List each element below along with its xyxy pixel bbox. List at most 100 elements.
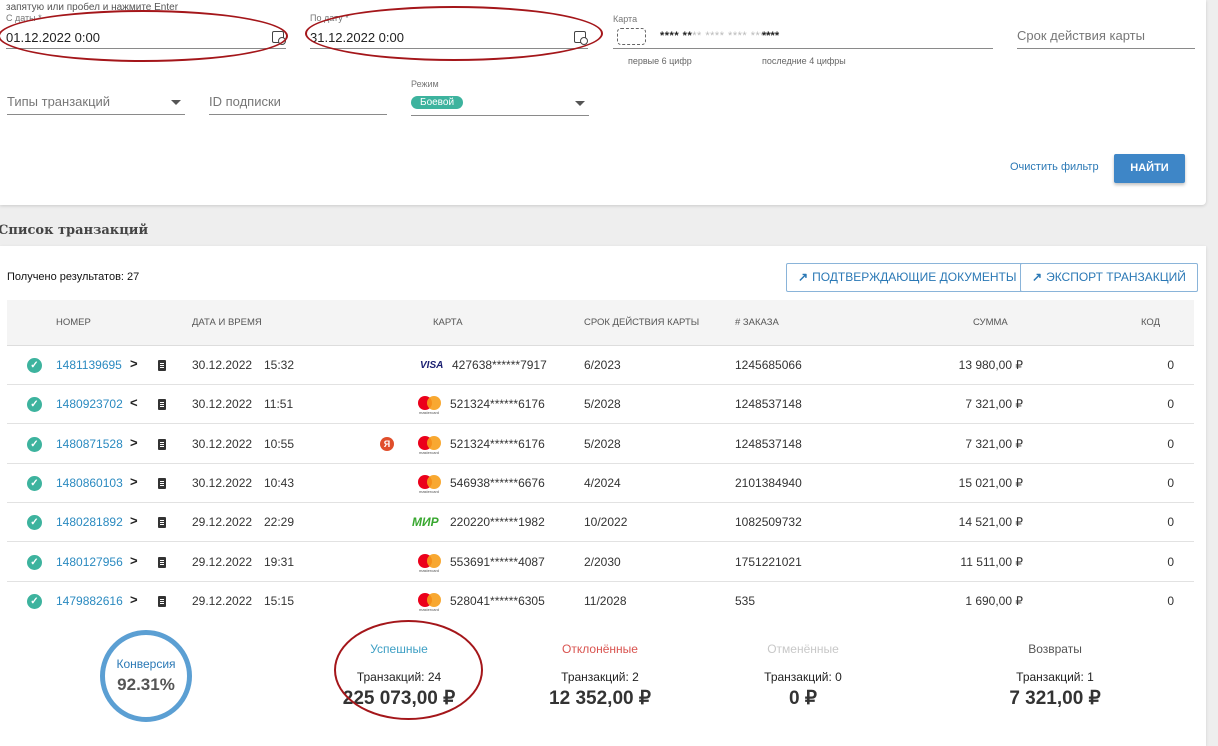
col-code[interactable]: КОД xyxy=(1141,317,1160,328)
document-icon[interactable] xyxy=(158,360,166,371)
tx-types-placeholder: Типы транзакций xyxy=(7,94,111,109)
table-header: НОМЕР ДАТА И ВРЕМЯ КАРТА СРОК ДЕЙСТВИЯ К… xyxy=(7,300,1194,346)
calendar-icon[interactable] xyxy=(574,31,588,45)
card-first6-caption: первые 6 цифр xyxy=(628,56,692,66)
mastercard-icon: mastercard xyxy=(418,474,444,494)
tx-amount: 11 511,00 ₽ xyxy=(960,554,1023,569)
document-icon[interactable] xyxy=(158,556,166,568)
calendar-icon[interactable] xyxy=(272,31,286,45)
col-order[interactable]: # ЗАКАЗА xyxy=(735,317,779,328)
card-first6-input[interactable]: **** **** **** **** **** xyxy=(660,30,770,42)
subscription-id-field[interactable]: ID подписки xyxy=(209,85,387,115)
success-check-icon: ✓ xyxy=(27,515,42,531)
col-card[interactable]: КАРТА xyxy=(433,317,463,328)
tx-number-link[interactable]: 1481139695 xyxy=(56,358,122,372)
arrow-up-right-icon: ↗ xyxy=(798,270,809,284)
search-hint: запятую или пробел и нажмите Enter xyxy=(6,2,179,13)
stat-declined-sum: 12 352,00 ₽ xyxy=(549,688,651,709)
tx-time: 10:55 xyxy=(264,436,295,451)
document-icon[interactable] xyxy=(158,595,166,607)
tx-amount: 7 321,00 ₽ xyxy=(965,397,1023,412)
stat-refunds-title: Возвраты xyxy=(1028,642,1082,656)
tx-time: 15:32 xyxy=(264,358,295,372)
tx-amount: 13 980,00 ₽ xyxy=(958,358,1023,372)
document-icon[interactable] xyxy=(158,517,166,529)
col-expiry[interactable]: СРОК ДЕЙСТВИЯ КАРТЫ xyxy=(584,317,699,328)
card-expiry-placeholder: Срок действия карты xyxy=(1017,28,1145,43)
mode-label: Режим xyxy=(411,79,439,89)
mode-select[interactable]: Режим Боевой xyxy=(411,79,589,116)
tx-date: 30.12.2022 xyxy=(192,358,253,372)
export-transactions-button[interactable]: ↗ ЭКСПОРТ ТРАНЗАКЦИЙ xyxy=(1020,263,1198,292)
find-button[interactable]: НАЙТИ xyxy=(1114,154,1185,183)
tx-number-link[interactable]: 1480871528 xyxy=(56,437,123,451)
tx-card: 521324******6176 xyxy=(450,436,545,451)
tx-number-link[interactable]: 1479882616 xyxy=(56,594,123,608)
table-row[interactable]: ✓ 1480860103 >30.12.2022 10:43 mastercard 546… xyxy=(7,464,1194,503)
card-label: Карта xyxy=(613,14,638,24)
tx-types-select[interactable]: Типы транзакций xyxy=(7,85,185,115)
tx-date: 30.12.2022 xyxy=(192,397,253,412)
tx-time: 11:51 xyxy=(264,397,294,412)
tx-amount: 1 690,00 ₽ xyxy=(965,593,1023,608)
col-datetime[interactable]: ДАТА И ВРЕМЯ xyxy=(192,317,262,328)
tx-date: 29.12.2022 xyxy=(192,515,253,530)
tx-number-link[interactable]: 1480860103 xyxy=(56,476,123,490)
document-icon[interactable] xyxy=(158,399,166,411)
confirm-docs-label: ПОДТВЕРЖДАЮЩИЕ ДОКУМЕНТЫ xyxy=(812,270,1017,284)
table-row[interactable]: ✓ 1480281892 >29.12.2022 22:29 МИР 220220****… xyxy=(7,503,1194,543)
table-row[interactable]: ✓ 1481139695 >30.12.2022 15:32 VISA 427638***… xyxy=(7,346,1194,385)
date-to-value: 31.12.2022 0:00 xyxy=(310,30,404,45)
stat-cancelled-count: Транзакций: 0 xyxy=(764,670,842,684)
card-first6-value: **** ** xyxy=(660,30,693,42)
stat-successful-count: Транзакций: 24 xyxy=(356,670,442,684)
stat-successful-sum: 225 073,00 ₽ xyxy=(342,688,456,709)
tx-code: 0 xyxy=(1167,475,1174,490)
tx-date: 30.12.2022 xyxy=(192,436,253,451)
tx-number-link[interactable]: 1480281892 xyxy=(56,515,123,529)
tx-card: 521324******6176 xyxy=(450,397,545,412)
document-icon[interactable] xyxy=(158,477,166,489)
subscription-id-placeholder: ID подписки xyxy=(209,94,281,109)
stat-cancelled-title: Отменённые xyxy=(767,642,839,656)
table-row[interactable]: ✓ 1479882616 >29.12.2022 15:15 mastercard 528… xyxy=(7,582,1194,611)
stat-successful: Успешные Транзакций: 24 225 073,00 ₽ xyxy=(314,642,484,710)
tx-expiry: 2/2030 xyxy=(584,554,621,569)
arrow-up-right-icon: ↗ xyxy=(1032,270,1043,284)
table-row[interactable]: ✓ 1480871528 >30.12.2022 10:55 Яmastercard 52… xyxy=(7,425,1194,464)
tx-number-link[interactable]: 1480923702 xyxy=(56,397,123,411)
section-title: Список транзакций xyxy=(0,223,149,238)
card-last4-input[interactable]: **** xyxy=(762,30,779,42)
tx-time: 10:43 xyxy=(264,475,295,490)
chevron-down-icon xyxy=(575,101,585,106)
tx-order: 1082509732 xyxy=(735,515,802,530)
mode-value: Боевой xyxy=(411,93,464,109)
mir-icon: МИР xyxy=(412,515,439,530)
document-icon[interactable] xyxy=(158,438,166,450)
tx-date: 30.12.2022 xyxy=(192,475,253,490)
direction-icon: > xyxy=(130,356,138,371)
card-expiry-field[interactable]: Срок действия карты xyxy=(1017,22,1195,49)
date-from-field[interactable]: С даты * 01.12.2022 0:00 xyxy=(6,13,286,49)
stats-section: Конверсия 92.31% Успешные Транзакций: 24… xyxy=(0,610,1206,746)
tx-order: 1245685066 xyxy=(735,358,802,372)
col-number[interactable]: НОМЕР xyxy=(56,317,91,328)
clear-filter-button[interactable]: Очистить фильтр xyxy=(1010,161,1099,173)
mode-chip: Боевой xyxy=(411,96,464,109)
direction-icon: > xyxy=(130,591,138,607)
tx-order: 1751221021 xyxy=(735,554,802,569)
date-to-field[interactable]: По дату * 31.12.2022 0:00 xyxy=(310,13,588,49)
conversion-ring: Конверсия 92.31% xyxy=(100,630,192,722)
tx-time: 15:15 xyxy=(264,593,295,608)
stat-declined-title: Отклонённые xyxy=(562,642,638,656)
col-amount[interactable]: СУММА xyxy=(973,317,1008,328)
tx-time: 19:31 xyxy=(264,554,295,569)
table-row[interactable]: ✓ 1480923702 <30.12.2022 11:51 mastercard 521… xyxy=(7,385,1194,425)
tx-number-link[interactable]: 1480127956 xyxy=(56,555,123,569)
table-row[interactable]: ✓ 1480127956 >29.12.2022 19:31 mastercard 553… xyxy=(7,543,1194,582)
tx-order: 1248537148 xyxy=(735,436,802,451)
confirm-docs-button[interactable]: ↗ ПОДТВЕРЖДАЮЩИЕ ДОКУМЕНТЫ xyxy=(786,263,1029,292)
mastercard-icon: mastercard xyxy=(418,592,444,611)
date-from-label: С даты * xyxy=(6,13,42,23)
direction-icon: > xyxy=(130,473,138,489)
